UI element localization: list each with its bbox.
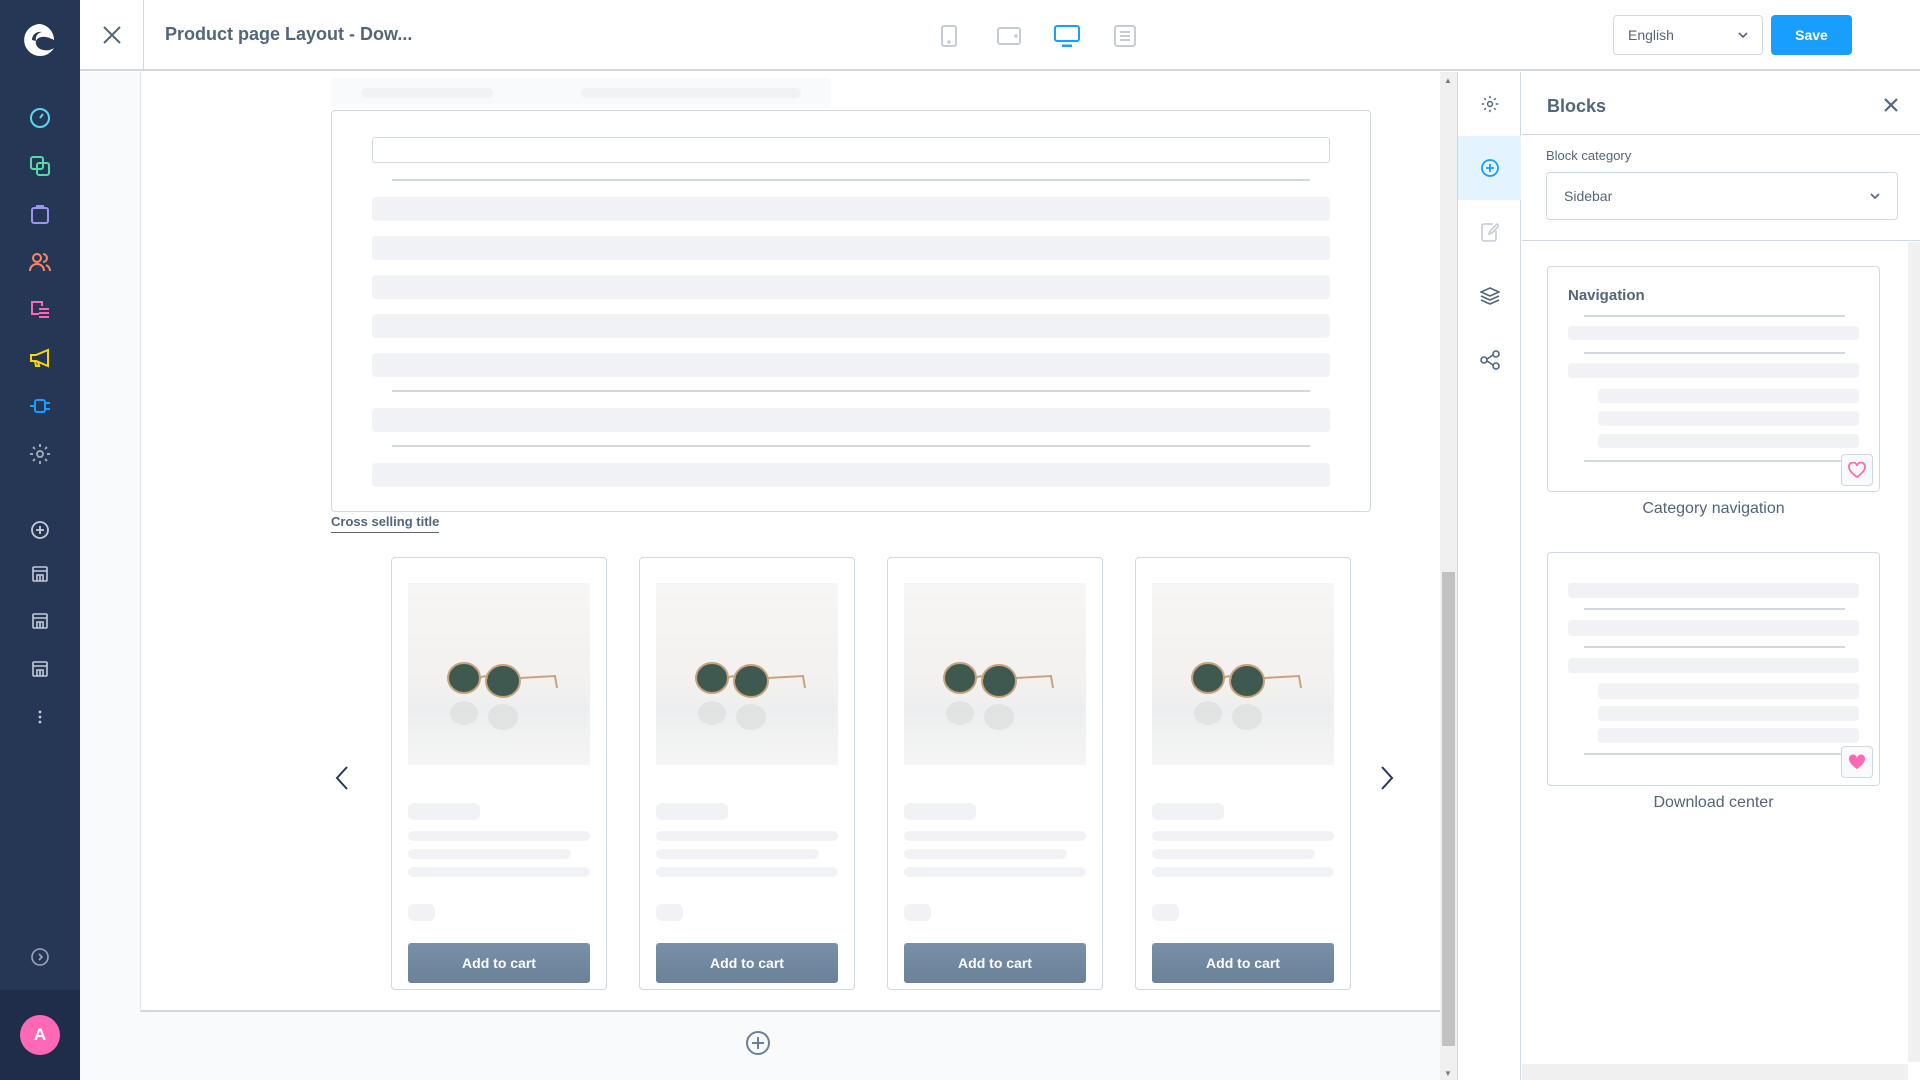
sunglasses-image	[943, 662, 1054, 730]
block-preview-category-navigation[interactable]: Navigation	[1547, 266, 1880, 492]
expand-menu-icon[interactable]	[20, 937, 60, 977]
add-to-cart-button[interactable]: Add to cart	[656, 943, 838, 983]
block-category-label: Block category	[1546, 148, 1632, 163]
avatar[interactable]: A	[20, 1015, 60, 1055]
device-form-button[interactable]	[1111, 22, 1139, 50]
chevron-left-icon	[335, 766, 348, 790]
heart-outline-icon	[1848, 462, 1866, 478]
chevron-right-icon	[1381, 766, 1394, 790]
block-preview-download-center[interactable]	[1547, 552, 1880, 786]
chevron-down-icon	[1738, 32, 1748, 38]
share-icon	[1479, 350, 1500, 370]
rail-share-tab[interactable]	[1458, 328, 1521, 392]
page-title: Product page Layout - Dow...	[165, 24, 413, 44]
slider-next-button[interactable]	[1372, 758, 1402, 798]
product-image	[904, 583, 1086, 765]
cross-selling-title[interactable]: Cross selling title	[331, 514, 440, 533]
panel-divider	[1522, 240, 1920, 241]
settings-icon[interactable]	[20, 434, 60, 474]
plus-circle-icon	[746, 1031, 770, 1055]
admin-sidebar: A	[0, 0, 80, 1080]
edit-icon	[1480, 222, 1499, 242]
app-root: A Product page Layout - Dow... English S…	[0, 0, 1920, 1080]
close-icon	[102, 26, 121, 44]
add-sales-channel-icon[interactable]	[20, 510, 60, 550]
rail-settings-tab[interactable]	[1458, 72, 1521, 136]
add-to-cart-button[interactable]: Add to cart	[408, 943, 590, 983]
favorite-button[interactable]	[1841, 454, 1873, 486]
customers-icon[interactable]	[20, 242, 60, 282]
orders-icon[interactable]	[20, 194, 60, 234]
block-label: Download center	[1653, 794, 1774, 811]
layout-canvas: Cross selling title Add to cart Add to c…	[80, 72, 1440, 1080]
catalogues-icon[interactable]	[20, 146, 60, 186]
device-switcher	[935, 22, 1139, 50]
panel-header: Blocks	[1522, 72, 1920, 135]
product-card[interactable]: Add to cart	[391, 557, 607, 990]
device-tablet-button[interactable]	[995, 22, 1023, 50]
close-editor-button[interactable]	[80, 0, 144, 70]
storefront-icon[interactable]	[20, 601, 60, 641]
sidebar-tab-rail	[1457, 72, 1521, 1080]
desktop-icon	[1054, 25, 1080, 47]
block-preview-title: Navigation	[1568, 287, 1645, 304]
block-category-select[interactable]: Sidebar	[1546, 172, 1898, 220]
form-icon	[1114, 25, 1136, 47]
panel-horizontal-scrollbar[interactable]	[1522, 1064, 1908, 1080]
layers-icon	[1479, 287, 1500, 305]
canvas-scrollbar[interactable]: ▲ ▼	[1440, 72, 1457, 1080]
panel-title: Blocks	[1547, 96, 1607, 116]
add-to-cart-button[interactable]: Add to cart	[1152, 943, 1334, 983]
extensions-icon[interactable]	[20, 386, 60, 426]
blocks-panel: Blocks Block category Sidebar Navigation	[1522, 72, 1920, 1080]
mobile-icon	[941, 25, 957, 47]
product-card[interactable]: Add to cart	[639, 557, 855, 990]
close-panel-button[interactable]	[1884, 98, 1902, 116]
chevron-down-icon	[1870, 193, 1880, 199]
product-card[interactable]: Add to cart	[887, 557, 1103, 990]
tabs-placeholder	[331, 78, 831, 108]
device-mobile-button[interactable]	[935, 22, 963, 50]
user-area: A	[0, 990, 80, 1080]
scrollbar-thumb[interactable]	[1442, 572, 1455, 1046]
canvas-page: Cross selling title Add to cart Add to c…	[140, 72, 1440, 1012]
device-desktop-button[interactable]	[1053, 22, 1081, 50]
sunglasses-image	[695, 662, 806, 730]
language-select[interactable]: English	[1613, 15, 1763, 55]
storefront-icon[interactable]	[20, 554, 60, 594]
block-label: Category navigation	[1642, 500, 1785, 517]
product-image	[1152, 583, 1334, 765]
add-section-button[interactable]	[745, 1030, 771, 1056]
marketing-icon[interactable]	[20, 338, 60, 378]
panel-scrollbar[interactable]	[1908, 242, 1920, 1062]
block-category-value: Sidebar	[1564, 188, 1613, 204]
gear-icon	[1481, 95, 1498, 113]
storefront-icon[interactable]	[20, 649, 60, 689]
rail-blocks-tab[interactable]	[1458, 136, 1521, 200]
favorite-button[interactable]	[1841, 746, 1873, 778]
plus-circle-icon	[1480, 159, 1499, 177]
language-value: English	[1628, 27, 1674, 43]
sunglasses-image	[1191, 662, 1302, 730]
heart-filled-icon	[1848, 754, 1866, 769]
product-image	[656, 583, 838, 765]
content-icon[interactable]	[20, 290, 60, 330]
rail-layers-tab[interactable]	[1458, 264, 1521, 328]
add-to-cart-button[interactable]: Add to cart	[904, 943, 1086, 983]
product-image	[408, 583, 590, 765]
slider-prev-button[interactable]	[327, 758, 357, 798]
sunglasses-image	[447, 662, 558, 730]
top-bar: Product page Layout - Dow... English Sav…	[80, 0, 1920, 71]
product-description-block[interactable]	[331, 110, 1371, 512]
tablet-icon	[997, 27, 1021, 45]
more-icon[interactable]	[20, 697, 60, 737]
shopware-logo[interactable]	[0, 0, 80, 80]
save-button[interactable]: Save	[1771, 15, 1852, 55]
rail-edit-tab[interactable]	[1458, 200, 1521, 264]
product-card[interactable]: Add to cart	[1135, 557, 1351, 990]
dashboard-icon[interactable]	[20, 98, 60, 138]
close-icon	[1884, 98, 1898, 112]
